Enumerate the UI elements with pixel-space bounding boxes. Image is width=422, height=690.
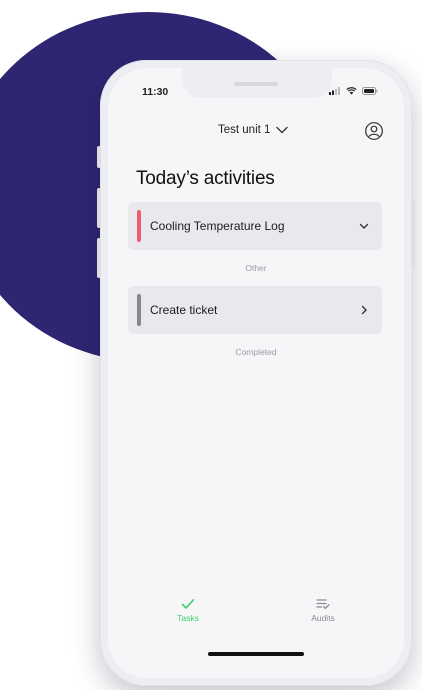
- section-label-other: Other: [245, 263, 267, 273]
- phone-side-button-silent: [97, 146, 101, 168]
- battery-icon: [362, 87, 378, 95]
- other-card-create-ticket[interactable]: Create ticket: [128, 286, 382, 334]
- phone-frame: 11:30 Test unit 1 Today’s activities Coo…: [97, 60, 415, 686]
- phone-notch: [182, 68, 332, 98]
- check-icon: [181, 599, 195, 609]
- other-item-label: Create ticket: [150, 303, 218, 317]
- bottom-nav: Tasks Audits: [108, 598, 404, 638]
- section-label-completed: Completed: [235, 347, 277, 357]
- tab-audits[interactable]: Audits: [283, 598, 363, 623]
- other-status-bar: [137, 294, 141, 326]
- tab-audits-label: Audits: [311, 613, 335, 623]
- phone-screen: 11:30 Test unit 1 Today’s activities Coo…: [108, 68, 404, 678]
- stage: 11:30 Test unit 1 Today’s activities Coo…: [0, 0, 422, 690]
- phone-side-button-power: [411, 200, 415, 266]
- unit-name: Test unit 1: [218, 124, 271, 136]
- chevron-down-icon[interactable]: [356, 218, 372, 234]
- activity-status-bar: [137, 210, 141, 242]
- chevron-right-icon[interactable]: [356, 302, 372, 318]
- profile-icon[interactable]: [364, 121, 384, 141]
- notch-speaker: [234, 82, 278, 86]
- tab-tasks-label: Tasks: [177, 613, 199, 623]
- unit-selector[interactable]: Test unit 1: [218, 124, 289, 136]
- phone-side-button-volume-up: [97, 188, 101, 228]
- status-time: 11:30: [142, 86, 169, 98]
- activity-label: Cooling Temperature Log: [150, 219, 285, 233]
- tab-tasks[interactable]: Tasks: [148, 598, 228, 623]
- chevron-down-icon: [276, 126, 289, 134]
- activity-card-cooling-temperature-log[interactable]: Cooling Temperature Log: [128, 202, 382, 250]
- signal-icon: [329, 87, 340, 95]
- page-title: Today’s activities: [136, 168, 275, 189]
- phone-side-button-volume-down: [97, 238, 101, 278]
- app-header: Test unit 1: [108, 122, 404, 142]
- home-indicator: [208, 652, 304, 656]
- audits-list-icon: [316, 599, 330, 610]
- status-icons: [329, 87, 378, 95]
- wifi-icon: [346, 87, 357, 95]
